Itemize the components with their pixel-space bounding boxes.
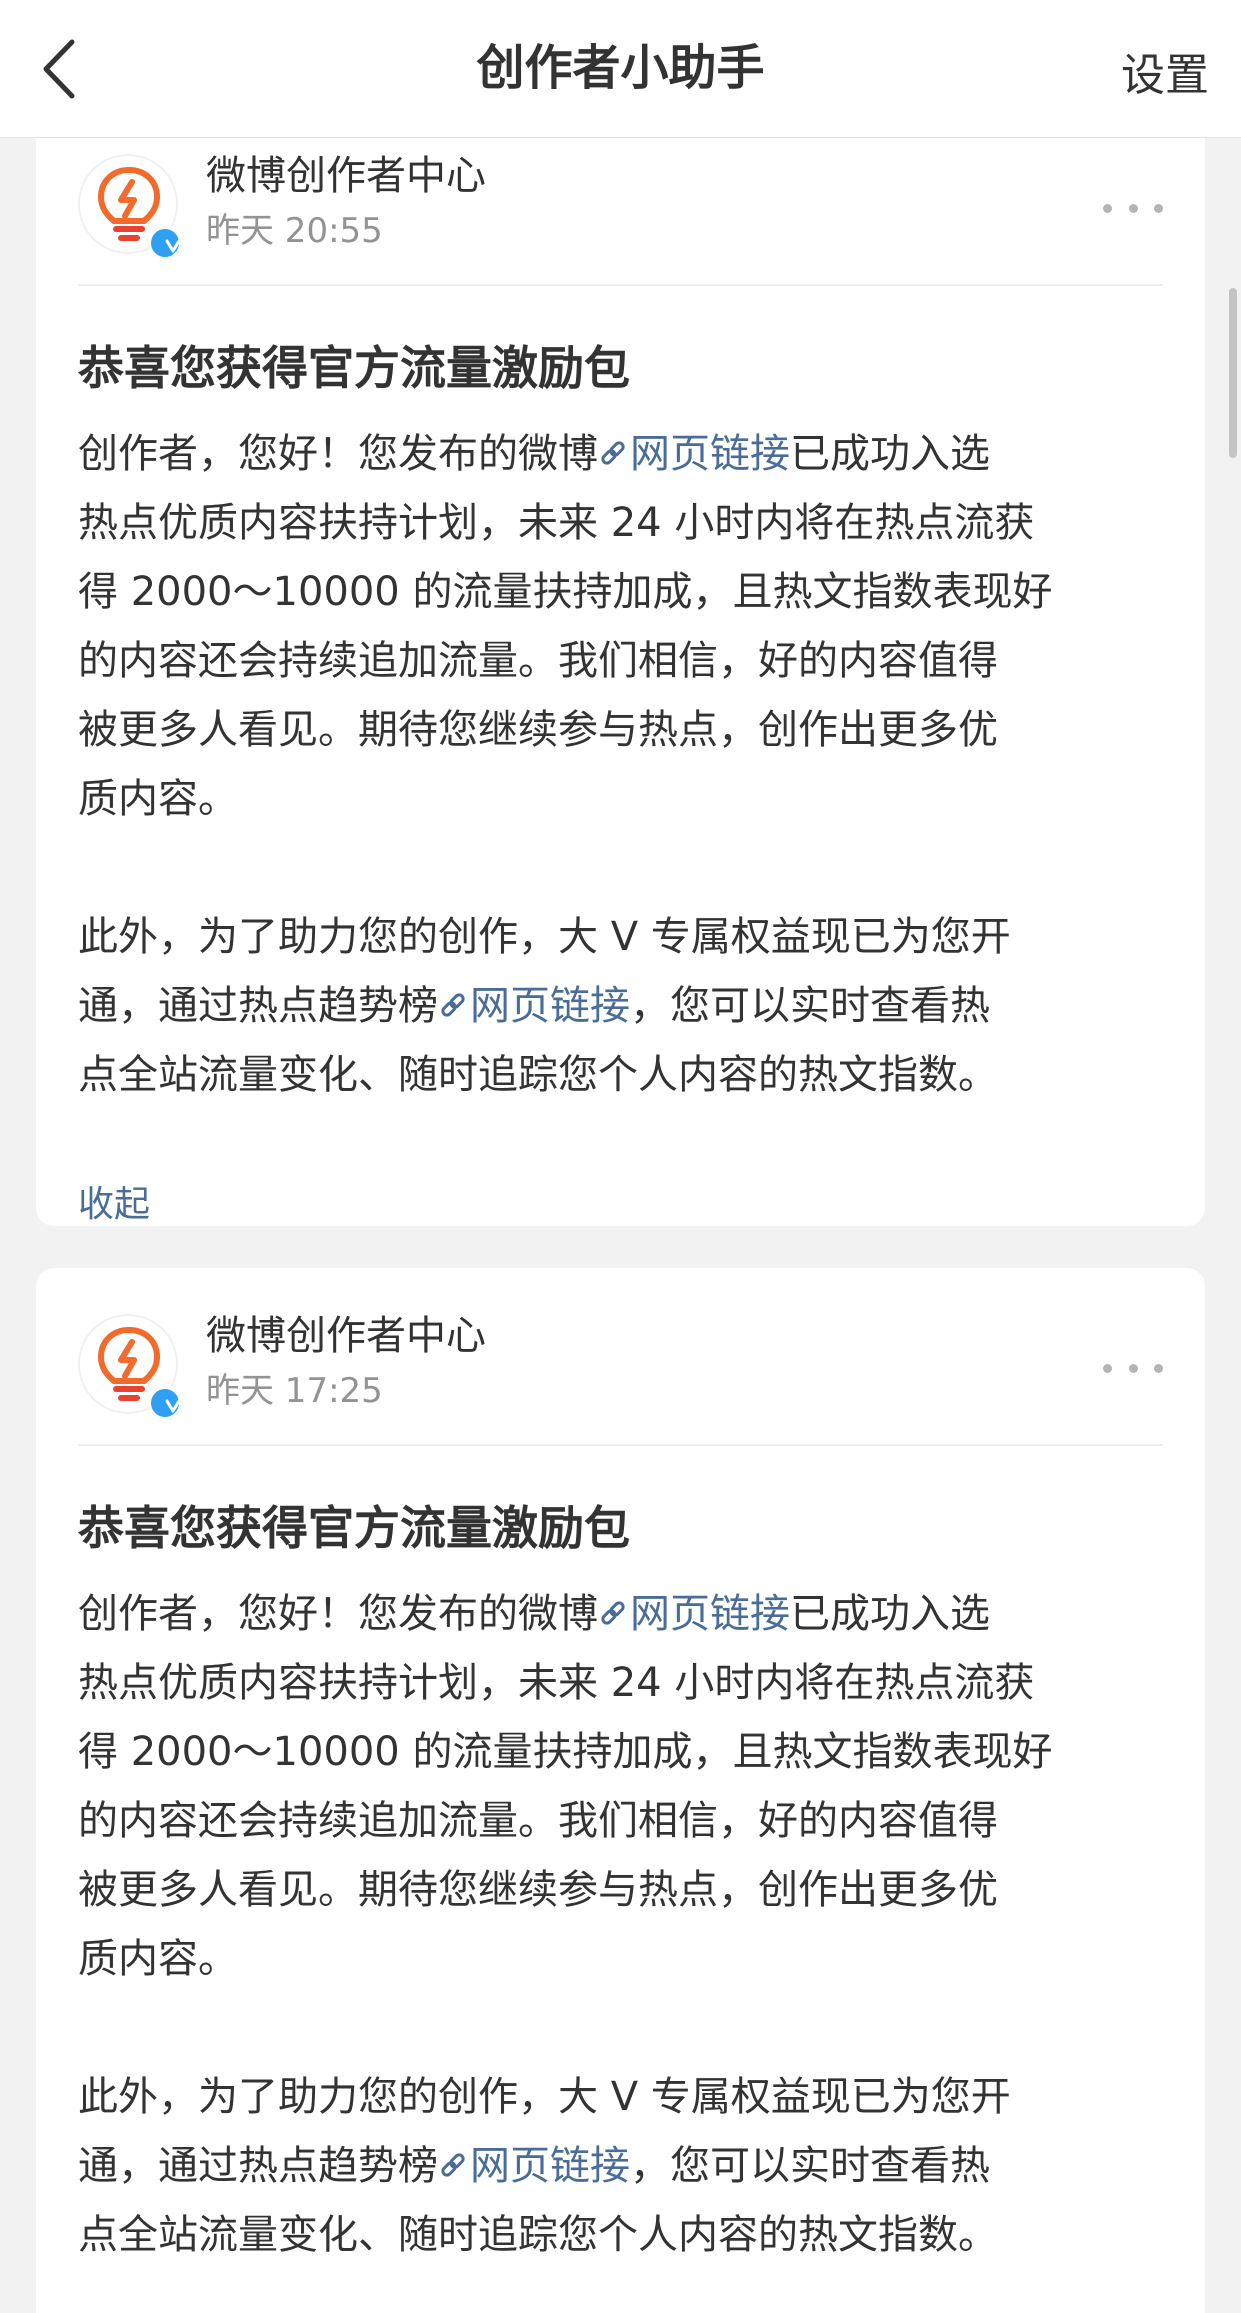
link-icon	[441, 993, 465, 1017]
card-header: 微博创作者中心 昨天 20:55	[78, 138, 1163, 286]
body-line: 通，通过热点趋势榜 网页链接，您可以实时查看热	[78, 972, 1178, 1041]
page-title: 创作者小助手	[476, 40, 765, 96]
message-title: 恭喜您获得官方流量激励包	[78, 1501, 630, 1555]
body-line: 的内容还会持续追加流量。我们相信，好的内容值得	[78, 1798, 998, 1844]
message-body: 创作者，您好！您发布的微博 网页链接已成功入选 热点优质内容扶持计划，未来 24 …	[78, 1580, 1178, 2270]
body-line: 得 2000～10000 的流量扶持加成，且热文指数表现好	[78, 1729, 1053, 1775]
more-dot-icon	[1103, 1363, 1112, 1373]
link-icon	[601, 1601, 625, 1625]
body-line: 得 2000～10000 的流量扶持加成，且热文指数表现好	[78, 569, 1053, 615]
message-card: 微博创作者中心 昨天 17:25 恭喜您获得官方流量激励包 创作者，您好！您发布…	[36, 1268, 1205, 2313]
message-card: 微博创作者中心 昨天 20:55 恭喜您获得官方流量激励包 创作者，您好！您发布…	[36, 138, 1205, 1226]
body-text: 已成功入选	[790, 431, 990, 477]
link-icon	[601, 441, 625, 465]
post-time: 昨天 17:25	[206, 1371, 383, 1411]
nav-bar: 创作者小助手 设置	[0, 0, 1241, 138]
body-text: 通，通过热点趋势榜	[78, 2143, 438, 2189]
body-line: 点全站流量变化、随时追踪您个人内容的热文指数。	[78, 2212, 998, 2258]
body-line: 创作者，您好！您发布的微博 网页链接已成功入选	[78, 1580, 1178, 1649]
sender-name[interactable]: 微博创作者中心	[206, 1308, 486, 1364]
body-line: 热点优质内容扶持计划，未来 24 小时内将在热点流获	[78, 1660, 1035, 1706]
verified-v-icon	[165, 1399, 181, 1413]
web-link[interactable]: 网页链接	[598, 1591, 790, 1637]
body-text: 创作者，您好！您发布的微博	[78, 1591, 598, 1637]
more-options-button[interactable]	[1103, 194, 1163, 222]
more-dot-icon	[1128, 1363, 1138, 1373]
post-time: 昨天 20:55	[206, 211, 383, 251]
web-link-label: 网页链接	[630, 1591, 790, 1637]
more-dot-icon	[1103, 203, 1112, 213]
body-text: 创作者，您好！您发布的微博	[78, 431, 598, 477]
body-text: 通，通过热点趋势榜	[78, 983, 438, 1029]
more-dot-icon	[1154, 203, 1163, 213]
more-dot-icon	[1154, 1363, 1163, 1373]
body-line: 的内容还会持续追加流量。我们相信，好的内容值得	[78, 638, 998, 684]
link-icon	[441, 2153, 465, 2177]
verified-badge	[148, 1386, 182, 1420]
message-list[interactable]: 微博创作者中心 昨天 20:55 恭喜您获得官方流量激励包 创作者，您好！您发布…	[0, 138, 1241, 2313]
scrollbar-thumb[interactable]	[1229, 288, 1237, 458]
body-line: 热点优质内容扶持计划，未来 24 小时内将在热点流获	[78, 500, 1035, 546]
web-link-label: 网页链接	[630, 431, 790, 477]
web-link[interactable]: 网页链接	[598, 431, 790, 477]
body-text: ，您可以实时查看热	[630, 2143, 990, 2189]
sender-name[interactable]: 微博创作者中心	[206, 148, 486, 204]
avatar[interactable]	[78, 154, 182, 260]
more-options-button[interactable]	[1103, 1354, 1163, 1382]
web-link[interactable]: 网页链接	[438, 983, 630, 1029]
web-link-label: 网页链接	[470, 2143, 630, 2189]
more-dot-icon	[1128, 203, 1138, 213]
body-line: 被更多人看见。期待您继续参与热点，创作出更多优	[78, 1867, 998, 1913]
body-line: 质内容。	[78, 776, 238, 822]
card-header: 微博创作者中心 昨天 17:25	[78, 1268, 1163, 1446]
message-title: 恭喜您获得官方流量激励包	[78, 341, 630, 395]
body-line: 质内容。	[78, 1936, 238, 1982]
web-link[interactable]: 网页链接	[438, 2143, 630, 2189]
body-line: 通，通过热点趋势榜 网页链接，您可以实时查看热	[78, 2132, 1178, 2201]
avatar[interactable]	[78, 1314, 182, 1420]
body-text: ，您可以实时查看热	[630, 983, 990, 1029]
body-line: 此外，为了助力您的创作，大 V 专属权益现已为您开	[78, 2074, 1011, 2120]
body-line: 创作者，您好！您发布的微博 网页链接已成功入选	[78, 420, 1178, 489]
settings-button[interactable]: 设置	[1121, 44, 1209, 108]
verified-v-icon	[165, 239, 181, 253]
message-body: 创作者，您好！您发布的微博 网页链接已成功入选 热点优质内容扶持计划，未来 24 …	[78, 420, 1178, 1110]
verified-badge	[148, 226, 182, 260]
web-link-label: 网页链接	[470, 983, 630, 1029]
body-line: 被更多人看见。期待您继续参与热点，创作出更多优	[78, 707, 998, 753]
collapse-button[interactable]: 收起	[78, 1180, 150, 1230]
body-text: 已成功入选	[790, 1591, 990, 1637]
body-line: 此外，为了助力您的创作，大 V 专属权益现已为您开	[78, 914, 1011, 960]
body-line: 点全站流量变化、随时追踪您个人内容的热文指数。	[78, 1052, 998, 1098]
